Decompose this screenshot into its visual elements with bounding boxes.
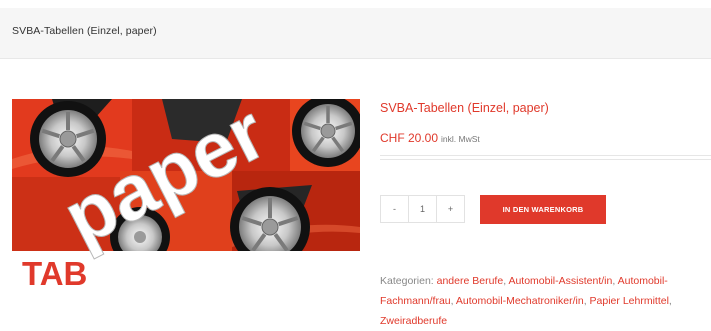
quantity-increase-button[interactable]: + <box>437 196 464 222</box>
category-link[interactable]: andere Berufe <box>437 275 504 287</box>
categories-label: Kategorien: <box>380 275 437 287</box>
product-title: SVBA-Tabellen (Einzel, paper) <box>380 101 549 115</box>
tab-badge: TAB <box>22 255 87 292</box>
category-link[interactable]: Zweiradberufe <box>380 315 447 327</box>
category-link[interactable]: Automobil-Assistent/in <box>508 275 612 287</box>
category-link[interactable]: Automobil-Mechatroniker/in <box>456 295 584 307</box>
page-title-bar: SVBA-Tabellen (Einzel, paper) <box>0 8 711 59</box>
quantity-input[interactable]: 1 <box>408 196 437 222</box>
quantity-decrease-button[interactable]: - <box>381 196 408 222</box>
divider <box>380 155 711 156</box>
category-link[interactable]: Papier Lehrmittel <box>590 295 669 307</box>
price: CHF 20.00 inkl. MwSt <box>380 129 480 147</box>
page-title: SVBA-Tabellen (Einzel, paper) <box>12 25 157 37</box>
quantity-stepper: - 1 + <box>380 195 465 223</box>
add-to-cart-button[interactable]: IN DEN WARENKORB <box>480 195 606 224</box>
divider <box>380 159 711 160</box>
product-image[interactable]: paper TAB <box>12 99 360 295</box>
price-tax-suffix: inkl. MwSt <box>441 134 480 144</box>
price-amount: CHF 20.00 <box>380 131 439 145</box>
product-categories: Kategorien: andere Berufe, Automobil-Ass… <box>380 271 711 331</box>
category-separator: , <box>668 295 672 307</box>
product-photo-collage: paper TAB <box>12 99 360 295</box>
